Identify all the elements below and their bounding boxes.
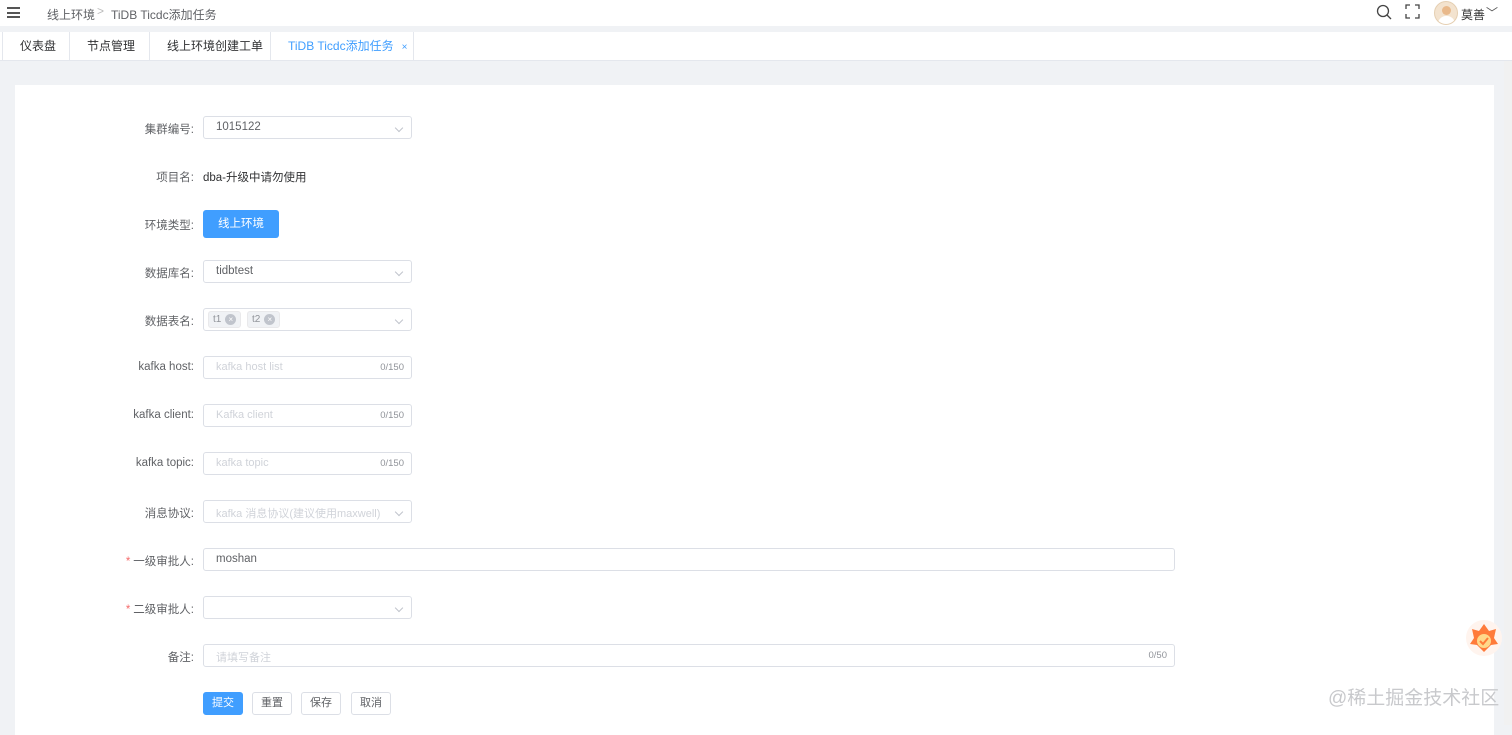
close-icon[interactable]: × [402,42,408,53]
kafka-host-label: kafka host: [138,361,194,373]
kafka-topic-input[interactable]: kafka topic 0/150 [203,452,412,475]
approver2-label: * 二级审批人: [126,601,194,617]
chevron-down-icon [394,603,404,613]
save-button[interactable]: 保存 [301,692,341,715]
table-tag: t1 × [208,311,242,328]
chevron-down-icon[interactable]: ﹀ [1486,4,1498,21]
fullscreen-icon[interactable] [1405,4,1420,19]
scrollbar[interactable] [1504,61,1512,725]
breadcrumb-item-env[interactable]: 线上环境 [47,6,95,23]
char-counter: 0/50 [1148,650,1168,661]
table-tag-label: t2 [252,314,261,325]
project-label: 项目名: [156,172,194,184]
search-icon[interactable] [1376,4,1392,20]
top-navbar: 线上环境 > TiDB Ticdc添加任务 莫善 ﹀ [0,0,1512,26]
floating-badge-icon[interactable] [1466,620,1502,656]
remark-input[interactable]: 请填写备注 0/50 [203,644,1175,667]
tables-multiselect[interactable]: t1 × t2 × [203,308,412,331]
char-counter: 0/150 [380,410,404,421]
tag-view-bar: 仪表盘 节点管理 线上环境创建工单 TiDB Ticdc添加任务 × [0,32,1512,61]
tab-label: TiDB Ticdc添加任务 [288,39,394,53]
submit-button[interactable]: 提交 [203,692,243,715]
table-tag-label: t1 [213,314,222,325]
approver1-input[interactable]: moshan [203,548,1175,571]
chevron-down-icon [394,267,404,277]
tables-label: 数据表名: [144,316,194,328]
tab-create-ticket[interactable]: 线上环境创建工单 [150,32,271,61]
approver1-label-text: 一级审批人: [133,556,194,568]
breadcrumb-separator-icon: > [97,4,105,18]
close-icon[interactable]: × [264,313,276,325]
user-name[interactable]: 莫善 [1461,6,1485,23]
db-select[interactable]: tidbtest [203,260,412,283]
remark-label: 备注: [167,652,194,664]
tab-node-management[interactable]: 节点管理 [70,32,150,61]
kafka-host-placeholder: kafka host list [216,361,283,373]
env-label: 环境类型: [144,220,194,232]
avatar[interactable] [1434,1,1458,25]
approver2-label-text: 二级审批人: [133,604,194,616]
cluster-label: 集群编号: [144,124,194,136]
kafka-client-placeholder: Kafka client [216,409,273,421]
required-mark: * [125,604,131,616]
kafka-topic-placeholder: kafka topic [216,457,269,469]
approver1-value: moshan [216,553,257,565]
kafka-client-label: kafka client: [133,409,194,421]
cluster-select[interactable]: 1015122 [203,116,412,139]
menu-icon[interactable] [7,7,20,18]
tab-label: 仪表盘 [20,39,57,53]
reset-button[interactable]: 重置 [252,692,292,715]
tab-ticdc-add-task[interactable]: TiDB Ticdc添加任务 × [271,32,414,61]
db-label: 数据库名: [144,268,194,280]
char-counter: 0/150 [380,362,404,373]
chevron-down-icon [394,507,404,517]
db-value: tidbtest [216,265,254,277]
approver2-select[interactable] [203,596,412,619]
watermark: @稀土掘金技术社区 [1328,688,1500,709]
required-mark: * [125,556,131,568]
cancel-button[interactable]: 取消 [351,692,391,715]
cluster-value: 1015122 [216,121,261,133]
remark-placeholder: 请填写备注 [216,652,271,664]
kafka-host-input[interactable]: kafka host list 0/150 [203,356,412,379]
protocol-label: 消息协议: [144,508,194,520]
protocol-select[interactable]: kafka 消息协议(建议使用maxwell) [203,500,412,523]
breadcrumb-item-current: TiDB Ticdc添加任务 [111,8,217,22]
kafka-client-input[interactable]: Kafka client 0/150 [203,404,412,427]
tab-dashboard[interactable]: 仪表盘 [2,32,70,61]
protocol-placeholder: kafka 消息协议(建议使用maxwell) [216,508,381,520]
char-counter: 0/150 [380,458,404,469]
approver1-label: * 一级审批人: [126,553,194,569]
chevron-down-icon [394,123,404,133]
project-value: dba-升级中请勿使用 [203,172,307,184]
tab-label: 线上环境创建工单 [167,39,264,53]
env-type-button[interactable]: 线上环境 [203,210,279,238]
close-icon[interactable]: × [225,313,237,325]
kafka-topic-label: kafka topic: [135,457,194,469]
table-tag: t2 × [247,311,281,328]
chevron-down-icon [394,315,404,325]
tab-label: 节点管理 [87,39,136,53]
